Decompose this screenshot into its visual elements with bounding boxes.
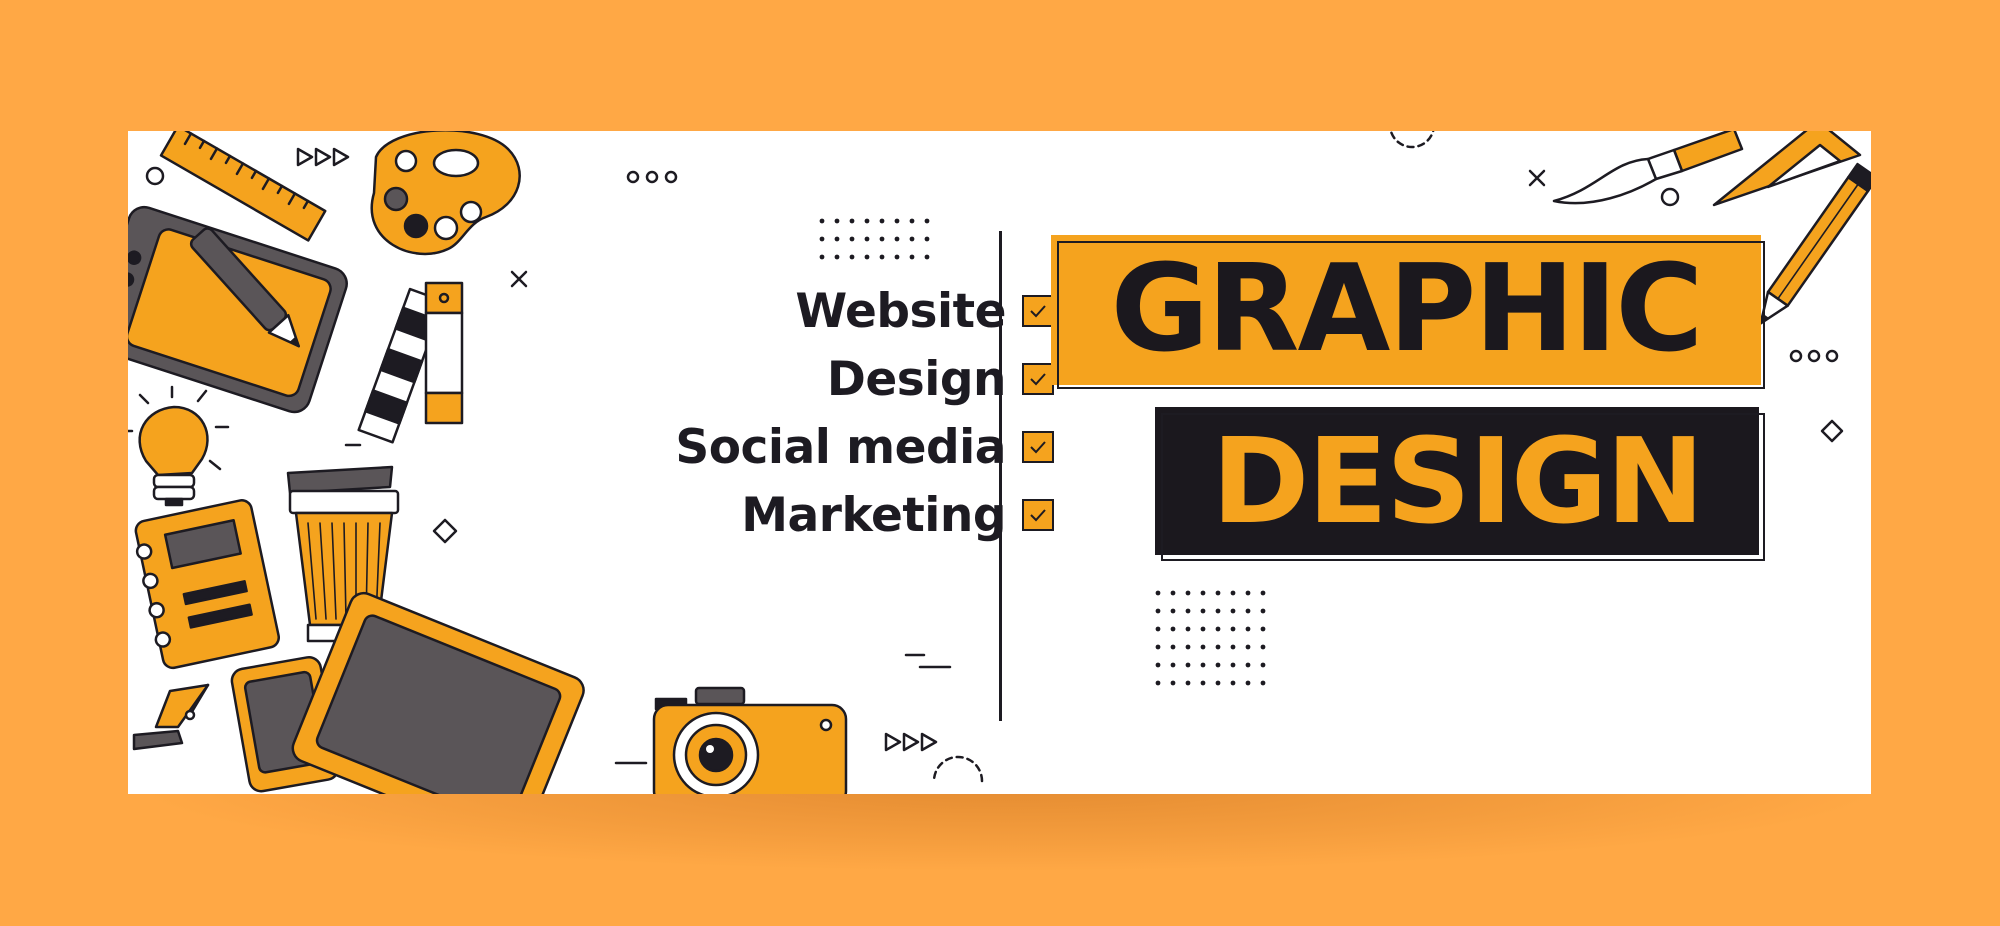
service-item-design: Design xyxy=(827,349,1054,409)
checkbox-checked-icon xyxy=(1022,499,1054,531)
service-label: Design xyxy=(826,351,1007,407)
services-checklist: Website Design Social media Marketing xyxy=(488,281,1054,581)
notebook-icon xyxy=(134,499,280,670)
paintbrush-icon xyxy=(1552,131,1744,205)
fountain-pen-nib-icon xyxy=(132,683,210,751)
service-item-social-media: Social media xyxy=(675,417,1054,477)
deco-diamond xyxy=(432,518,458,544)
checkbox-checked-icon xyxy=(1022,295,1054,327)
palette-icon xyxy=(370,131,521,256)
service-item-marketing: Marketing xyxy=(741,485,1054,545)
banner: Website Design Social media Marketing GR… xyxy=(128,131,1871,794)
light-bulb-icon xyxy=(128,385,230,507)
service-item-website: Website xyxy=(795,281,1054,341)
checkbox-checked-icon xyxy=(1022,431,1054,463)
service-label: Marketing xyxy=(741,487,1006,543)
title-graphic: GRAPHIC xyxy=(1110,240,1704,379)
drawing-tablet-icon xyxy=(128,205,348,414)
service-label: Website xyxy=(795,283,1006,339)
vertical-divider xyxy=(999,231,1002,721)
canvas: Website Design Social media Marketing GR… xyxy=(0,0,2000,926)
color-swatch-icon xyxy=(357,281,464,444)
camera-icon xyxy=(652,686,848,794)
deco-circle xyxy=(145,166,165,186)
service-label: Social media xyxy=(675,419,1006,475)
pencil-icon xyxy=(1759,162,1871,325)
deco-triangles xyxy=(296,147,350,167)
checkbox-checked-icon xyxy=(1022,363,1054,395)
title-design: DESIGN xyxy=(1211,412,1704,550)
